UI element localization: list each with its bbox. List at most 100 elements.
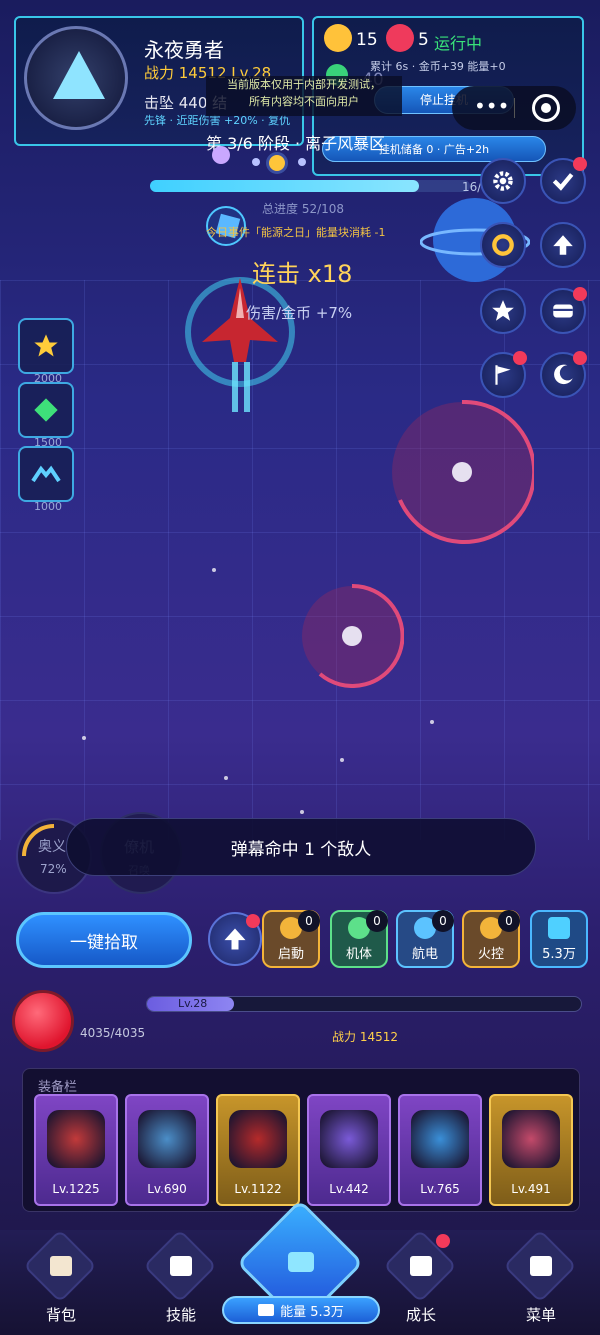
skill-cost: 1000 (34, 500, 62, 513)
equipment-art (229, 1110, 287, 1168)
chevron-wing-icon (31, 465, 61, 483)
nav-label: 技能 (165, 1306, 196, 1324)
equipment-art (502, 1110, 560, 1168)
equipment-slot[interactable]: Lv.690 (125, 1094, 209, 1206)
equipment-slot[interactable]: Lv.765 (398, 1094, 482, 1206)
enemy-target[interactable] (390, 400, 534, 544)
night-button[interactable] (540, 351, 587, 398)
card-icon (553, 304, 573, 318)
tasks-button[interactable] (540, 157, 587, 204)
notification-badge (246, 914, 260, 928)
gem-icon (386, 24, 414, 52)
resource-card-label: 航电 (411, 947, 438, 962)
equipment-art (138, 1110, 196, 1168)
level-progress-bar (146, 996, 582, 1012)
stage-progress-count: 16/ (462, 180, 482, 194)
equipment-level: Lv.1225 (52, 1182, 100, 1196)
mini-program-capsule: ••• (452, 86, 576, 130)
dev-notice: 当前版本仅用于内部开发测试， 所有内容均不面向用户 (206, 76, 402, 116)
player-name: 永夜勇者 (144, 38, 224, 62)
stage-progress-bar (150, 180, 470, 192)
gold-amount: 15 (356, 30, 378, 50)
equipment-slot[interactable]: Lv.1225 (34, 1094, 118, 1206)
equipment-art (47, 1110, 105, 1168)
equipment-level: Lv.1122 (234, 1182, 282, 1196)
more-dots-icon[interactable]: ••• (474, 94, 509, 118)
total-progress: 总进度 52/108 (262, 202, 345, 216)
star-icon (34, 334, 58, 357)
hp-value: 4035/4035 (80, 1026, 146, 1040)
player-avatar[interactable] (24, 26, 128, 130)
skill-star-button[interactable] (18, 318, 74, 374)
equipment-art (411, 1110, 469, 1168)
notification-badge (436, 1234, 450, 1248)
resource-card[interactable]: 0 启動 (262, 910, 320, 968)
book-icon (170, 1256, 192, 1276)
ultimate-percent: 72% (40, 862, 67, 876)
earning-line: 累计 6s · 金币+39 能量+0 (370, 60, 506, 73)
flag-icon (495, 365, 511, 385)
run-status: 运行中 (434, 34, 483, 53)
page-dot (298, 158, 306, 166)
energy-pill[interactable]: 能量 5.3万 (222, 1296, 380, 1324)
resource-card-count: 0 (432, 910, 454, 932)
star-particle (82, 736, 86, 740)
resource-card[interactable]: 0 机体 (330, 910, 388, 968)
close-target-icon[interactable] (532, 94, 560, 122)
card-button[interactable] (540, 287, 587, 334)
notification-badge (573, 157, 587, 171)
stage-progress-fill (150, 180, 419, 192)
resource-card-count: 0 (298, 910, 320, 932)
notification-badge (573, 287, 587, 301)
combo-counter: 连击 x18 (252, 260, 353, 288)
arrow-up-icon (53, 51, 105, 99)
nav-label: 背包 (45, 1306, 76, 1324)
equipment-level: Lv.491 (511, 1182, 551, 1196)
flag-button[interactable] (480, 351, 527, 398)
stage-label: 第 3/6 阶段 · 离子风暴区 (206, 134, 386, 153)
skill-diamond-button[interactable] (18, 382, 74, 438)
resource-card[interactable]: 0 航电 (396, 910, 454, 968)
equipment-slot[interactable]: Lv.442 (307, 1094, 391, 1206)
equipment-art (320, 1110, 378, 1168)
battery-icon (548, 917, 570, 939)
ring-button[interactable] (480, 222, 526, 268)
ultimate-label: 奥义 (38, 839, 66, 855)
settings-button[interactable] (480, 158, 526, 204)
resource-card-label: 火控 (477, 947, 504, 962)
star-particle (224, 776, 228, 780)
damage-bonus: 伤害/金币 +7% (246, 304, 353, 322)
enemy-target[interactable] (300, 584, 404, 688)
equipment-slot[interactable]: Lv.1122 (216, 1094, 300, 1206)
capsule-divider (514, 98, 515, 118)
coin-drop-icon (266, 152, 288, 174)
energy-card[interactable]: 5.3万 (530, 910, 588, 968)
gear-icon (493, 171, 513, 191)
favorites-button[interactable] (480, 288, 526, 334)
dev-notice-line1: 当前版本仅用于内部开发测试， (227, 78, 381, 91)
equipment-level: Lv.442 (329, 1182, 369, 1196)
equipment-slot[interactable]: Lv.491 (489, 1094, 573, 1206)
arrow-up-icon (224, 928, 246, 950)
dev-notice-line2: 所有内容均不面向用户 (249, 95, 359, 108)
battery-icon (288, 1252, 314, 1272)
star-particle (430, 720, 434, 724)
battery-icon (258, 1304, 275, 1316)
star-icon (492, 300, 514, 321)
level-up-button[interactable] (208, 912, 262, 966)
notification-badge (573, 351, 587, 365)
skill-wing-button[interactable] (18, 446, 74, 502)
power-label: 战力 14512 (332, 1030, 398, 1044)
pickup-all-button[interactable]: 一键拾取 (16, 912, 192, 968)
target-dot (541, 103, 551, 113)
resource-card-label: 启動 (277, 947, 304, 962)
bag-icon (50, 1256, 72, 1276)
level-label: Lv.28 (178, 997, 208, 1010)
page-dot (252, 158, 260, 166)
gem-amount: 5 (418, 30, 429, 50)
upgrade-button[interactable] (540, 222, 586, 268)
resource-card[interactable]: 0 火控 (462, 910, 520, 968)
equipment-level: Lv.765 (420, 1182, 460, 1196)
moon-icon (554, 364, 573, 385)
gold-coin-icon (324, 24, 352, 52)
